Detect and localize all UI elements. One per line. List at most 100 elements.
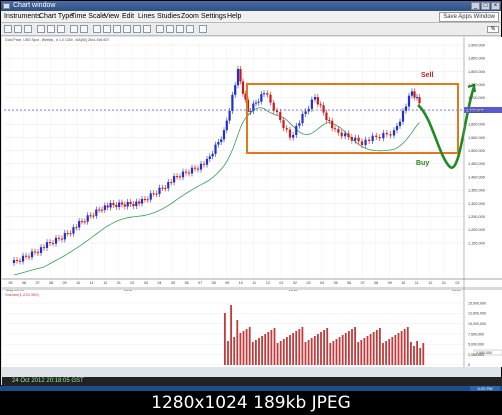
volume-bar xyxy=(416,341,418,365)
volume-bar xyxy=(242,331,245,365)
month-tick-label: 03 xyxy=(144,281,148,285)
toolbar-save-icon[interactable] xyxy=(24,25,32,33)
screenshot-frame: Chart window _ □ × Instruments Chart Typ… xyxy=(0,0,502,415)
candle-body xyxy=(217,142,220,145)
candle-body xyxy=(275,110,279,113)
volume-tick-label: 7,500,000 xyxy=(468,332,484,336)
candle-body xyxy=(57,237,61,239)
toolbar-candle-icon[interactable] xyxy=(47,25,55,33)
candle-body xyxy=(285,128,288,130)
candle-body xyxy=(164,188,167,190)
volume-tick-label: 10,000,000 xyxy=(468,322,486,326)
candle-body xyxy=(398,121,402,126)
menu-help[interactable]: Help xyxy=(227,11,241,22)
candle-body xyxy=(100,209,104,211)
month-tick-label: 10 xyxy=(239,281,243,285)
toolbar-new-icon[interactable] xyxy=(4,25,12,33)
toolbar-zoom-in-icon[interactable] xyxy=(70,25,78,33)
volume-bar xyxy=(375,330,378,365)
candle-body xyxy=(42,247,46,249)
sell-label: Sell xyxy=(421,72,434,79)
menu-zoom[interactable]: Zoom xyxy=(181,11,199,22)
toolbar-zoom-out-icon[interactable] xyxy=(80,25,88,33)
candle-body xyxy=(118,202,121,208)
toolbar-ellipse-icon[interactable] xyxy=(176,25,184,33)
panel-separator[interactable] xyxy=(2,287,502,290)
maximize-button[interactable]: □ xyxy=(481,2,490,10)
volume-bar xyxy=(366,336,369,365)
candle-body xyxy=(328,120,331,121)
candle-body xyxy=(78,221,81,228)
candle-body xyxy=(155,193,158,195)
candle-body xyxy=(60,238,64,240)
toolbar-bar-chart-icon[interactable] xyxy=(37,25,45,33)
candle-body xyxy=(135,201,138,207)
menu-instruments[interactable]: Instruments xyxy=(4,11,41,22)
candle-body xyxy=(120,202,124,205)
toolbar-crosshair-icon[interactable] xyxy=(103,25,111,33)
volume-bar xyxy=(286,337,288,365)
month-tick-label: 09 xyxy=(388,281,392,285)
toolbar-cursor-icon[interactable] xyxy=(93,25,101,33)
toolbar-rectangle-icon[interactable] xyxy=(166,25,174,33)
month-tick-label: 11 xyxy=(90,281,94,285)
candle-body xyxy=(260,94,263,102)
menu-edit[interactable]: Edit xyxy=(122,11,134,22)
candle-body xyxy=(298,123,301,126)
volume-bar xyxy=(298,329,301,365)
candle-body xyxy=(316,97,319,105)
candle-body xyxy=(109,202,112,208)
volume-bar xyxy=(320,332,322,365)
menu-lines[interactable]: Lines xyxy=(138,11,155,22)
menu-view[interactable]: View xyxy=(104,11,119,22)
menu-studies[interactable]: Studies xyxy=(157,11,180,22)
month-tick-label: 08 xyxy=(49,281,53,285)
toolbar-open-icon[interactable] xyxy=(14,25,22,33)
price-tick-label: 1,150.000 xyxy=(468,241,485,245)
candle-body xyxy=(322,105,325,113)
title-bar[interactable]: Chart window _ □ × xyxy=(1,1,501,11)
menu-bar: Instruments Chart Type Time Scale View E… xyxy=(1,11,501,23)
month-tick-label: 11 xyxy=(415,281,419,285)
volume-bar xyxy=(326,328,329,365)
candle-body xyxy=(92,215,95,217)
candle-body xyxy=(106,205,109,208)
candle-body xyxy=(413,91,416,98)
volume-tick-label: 12,500,000 xyxy=(468,312,486,316)
toolbar-indicator-icon[interactable] xyxy=(156,25,164,33)
menu-time-scale[interactable]: Time Scale xyxy=(71,11,106,22)
candle-body xyxy=(18,260,22,262)
candle-body xyxy=(337,129,340,133)
candle-body xyxy=(21,255,25,262)
candle-body xyxy=(146,199,149,201)
candle-body xyxy=(407,95,411,107)
month-tick-label: 05 xyxy=(334,281,338,285)
toolbar-trendline-icon[interactable] xyxy=(113,25,121,33)
menu-chart-type[interactable]: Chart Type xyxy=(39,11,73,22)
month-tick-label: 05 xyxy=(9,281,13,285)
save-apps-window-button[interactable]: Save Apps Window xyxy=(439,12,499,22)
toolbar-print-icon[interactable] xyxy=(199,25,207,33)
volume-bar xyxy=(419,348,422,365)
candle-body xyxy=(205,159,209,165)
toolbar-line-icon[interactable] xyxy=(57,25,65,33)
minimize-button[interactable]: _ xyxy=(471,2,480,10)
candle-body xyxy=(282,120,285,129)
toolbar-text-icon[interactable] xyxy=(143,25,151,33)
toolbar-fibonacci-icon[interactable] xyxy=(133,25,141,33)
price-tick-label: 1,250.000 xyxy=(468,215,485,219)
candle-body xyxy=(187,172,191,174)
month-tick-label: 02 xyxy=(456,281,460,285)
toolbar-arrow-icon[interactable] xyxy=(186,25,194,33)
status-timestamp: 24 Oct 2012 20:18:05 GST xyxy=(12,378,84,384)
candle-body xyxy=(172,176,176,183)
volume-bar xyxy=(397,333,400,365)
toolbar-horizontal-line-icon[interactable] xyxy=(123,25,131,33)
menu-settings[interactable]: Settings xyxy=(201,11,226,22)
volume-tick-label: 15,000,000 xyxy=(468,301,486,305)
month-tick-label: 04 xyxy=(158,281,162,285)
close-button[interactable]: × xyxy=(491,2,500,10)
candle-body xyxy=(129,201,132,205)
toolbar-percent-button[interactable]: % xyxy=(487,26,499,33)
chart-area[interactable]: Gold Price, USD Spot , Weekly , # 1,0 13… xyxy=(2,37,502,367)
